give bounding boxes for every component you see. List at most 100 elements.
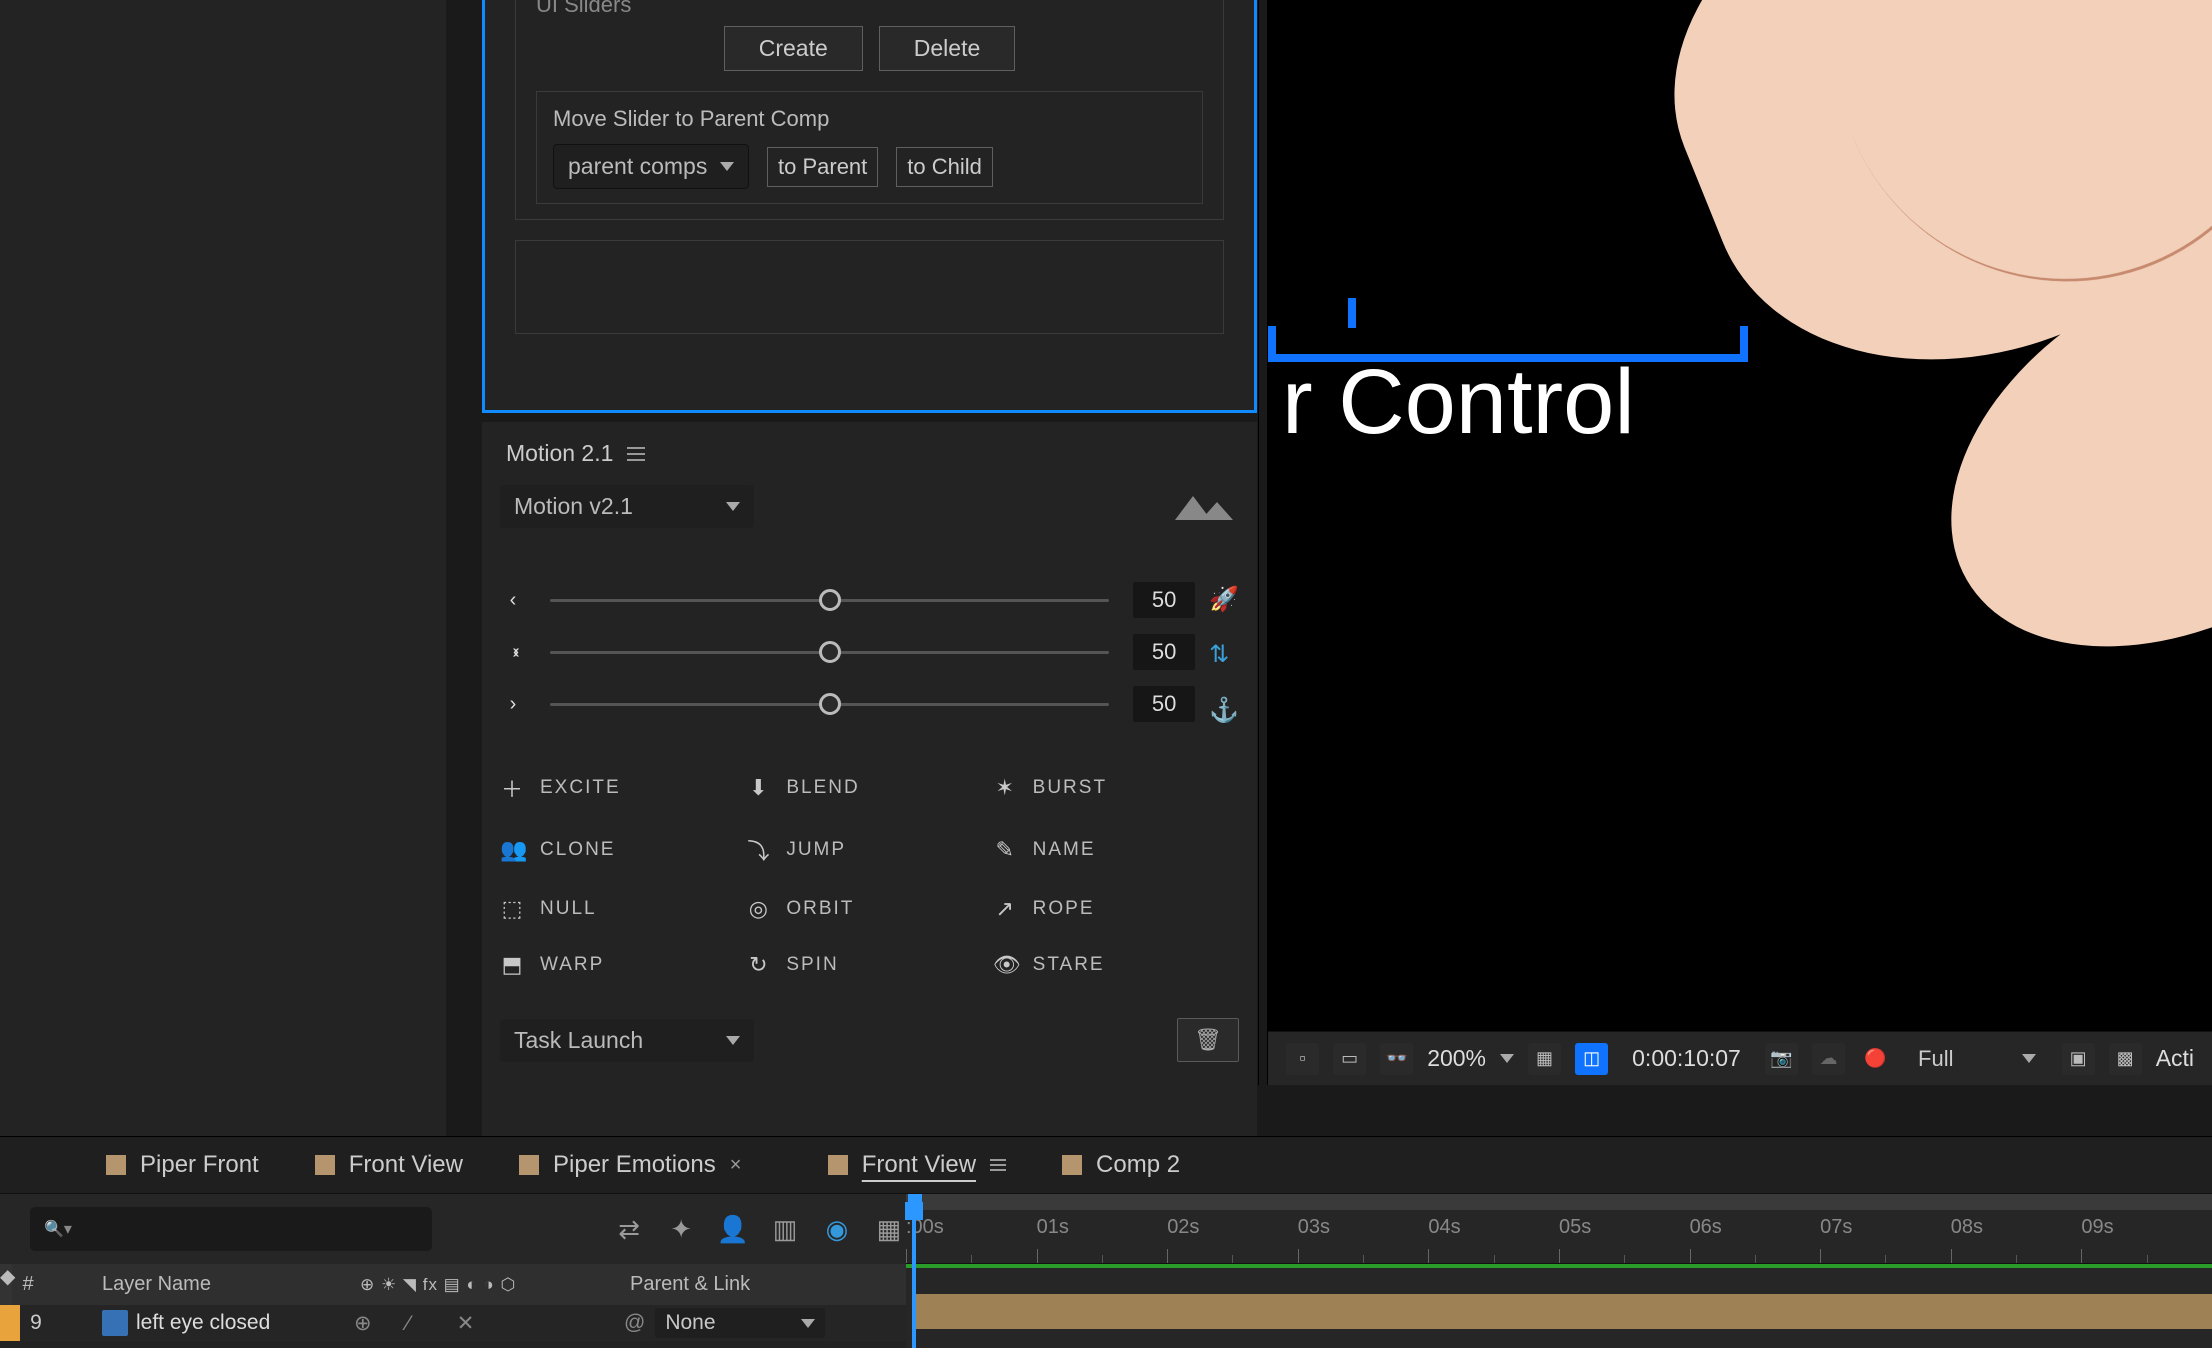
move-slider-label: Move Slider to Parent Comp [553, 106, 1186, 132]
tick-label: 09s [2081, 1216, 2113, 1239]
tick-label: 08s [1951, 1216, 1983, 1239]
layer-search[interactable]: 🔍▾ [30, 1207, 432, 1251]
work-area-bar[interactable] [906, 1194, 2212, 1210]
pickwhip-icon[interactable]: @ [624, 1311, 645, 1335]
create-button[interactable]: Create [724, 26, 863, 71]
motion-blur-icon[interactable]: ◉ [820, 1214, 854, 1245]
zoom-value[interactable]: 200% [1427, 1045, 1486, 1072]
shy-icon[interactable]: 👤 [716, 1214, 750, 1245]
slider-row-3: › 50 [500, 678, 1195, 730]
slider-thumb[interactable] [819, 589, 841, 611]
comp-swatch [519, 1155, 539, 1175]
motion-version-dropdown[interactable]: Motion v2.1 [500, 485, 754, 528]
eye-icon: 👁 [993, 952, 1019, 978]
layer-color-swatch[interactable] [0, 1305, 20, 1341]
task-launch-dropdown[interactable]: Task Launch [500, 1019, 754, 1062]
parent-dropdown[interactable]: None [655, 1308, 825, 1338]
resolution-dropdown[interactable]: Full [1906, 1042, 2048, 1076]
spin-tool[interactable]: ↻SPIN [746, 952, 992, 978]
draft-3d-icon[interactable]: ✦ [664, 1214, 698, 1245]
rope-tool[interactable]: ↗ROPE [993, 896, 1239, 922]
layer-header-row: ◆ # Layer Name ⊕ ☀ ◥ fx ▤ ◐ ◑ ⬡ Parent &… [0, 1264, 906, 1305]
active-camera-label[interactable]: Acti [2156, 1045, 2194, 1072]
swap-icon[interactable]: ⇅ [1209, 640, 1239, 669]
rocket-icon[interactable]: 🚀 [1209, 585, 1239, 614]
delete-button[interactable]: Delete [879, 26, 1015, 71]
to-child-button[interactable]: to Child [896, 147, 993, 187]
layer-switches[interactable]: ⊕ ∕ ✕ [354, 1311, 624, 1336]
null-tool[interactable]: ⬚NULL [500, 896, 746, 922]
switches-header: ⊕ ☀ ◥ fx ▤ ◐ ◑ ⬡ [352, 1275, 622, 1295]
slider-1-value[interactable]: 50 [1133, 582, 1195, 618]
safe-zones-icon[interactable]: ▦ [1528, 1043, 1561, 1075]
mask-icon[interactable]: 👓 [1380, 1043, 1413, 1075]
slider-thumb[interactable] [819, 641, 841, 663]
show-snapshot-icon[interactable]: ☁ [1812, 1043, 1845, 1075]
mask-visibility-icon[interactable]: ◫ [1575, 1043, 1608, 1075]
ease-out-icon: › [500, 693, 526, 716]
trash-button[interactable]: 🗑 [1177, 1018, 1239, 1062]
layer-duration-bar[interactable] [912, 1294, 2212, 1329]
composition-viewport[interactable]: r Control ▫ ▭ 👓 200% ▦ ◫ 0:00:10:07 📷 ☁ … [1268, 0, 2212, 1085]
mountains-icon[interactable] [1167, 492, 1239, 522]
tab-piper-front[interactable]: Piper Front [106, 1151, 259, 1179]
burst-tool[interactable]: ✶BURST [993, 772, 1239, 804]
tab-comp-2[interactable]: Comp 2 [1062, 1151, 1180, 1179]
viewport-text: r Control [1282, 350, 1635, 455]
layer-number: 9 [20, 1311, 52, 1335]
slider-2-value[interactable]: 50 [1133, 634, 1195, 670]
slider-2[interactable] [550, 651, 1109, 654]
parent-comps-value: parent comps [568, 153, 707, 180]
jump-tool[interactable]: ⤵JUMP [746, 834, 992, 866]
timecode[interactable]: 0:00:10:07 [1632, 1045, 1741, 1072]
tab-menu-icon[interactable] [990, 1159, 1006, 1171]
timeline-area[interactable]: :00s 01s 02s 03s 04s 05s 06s 07s 08s 09s [906, 1194, 2212, 1348]
snapshot-icon[interactable]: 📷 [1765, 1043, 1798, 1075]
graph-editor-icon[interactable]: ▦ [872, 1214, 906, 1245]
orbit-tool[interactable]: ◎ORBIT [746, 896, 992, 922]
parent-comps-dropdown[interactable]: parent comps [553, 144, 749, 189]
comp-swatch [1062, 1155, 1082, 1175]
excite-tool[interactable]: ＋EXCITE [500, 772, 746, 804]
parent-header: Parent & Link [622, 1273, 758, 1296]
slider-thumb[interactable] [819, 693, 841, 715]
slider-3[interactable] [550, 703, 1109, 706]
tool-grid: ＋EXCITE ⬇BLEND ✶BURST 👥CLONE ⤵JUMP ✎NAME… [500, 772, 1239, 978]
tab-front-view[interactable]: Front View [315, 1151, 463, 1179]
roi-icon[interactable]: ▣ [2062, 1043, 2095, 1075]
panel-divider[interactable] [1258, 0, 1268, 1085]
layer-row-9[interactable]: 9 left eye closed ⊕ ∕ ✕ @ None [0, 1305, 906, 1341]
magnify-icon[interactable]: ▫ [1286, 1043, 1319, 1075]
channel-icon[interactable]: 🔴 [1859, 1043, 1892, 1075]
comp-mini-flowchart-icon[interactable]: ⇄ [612, 1214, 646, 1245]
stare-tool[interactable]: 👁STARE [993, 952, 1239, 978]
screen-icon[interactable]: ▭ [1333, 1043, 1366, 1075]
playhead[interactable] [912, 1202, 916, 1348]
layer-name[interactable]: left eye closed [136, 1311, 354, 1335]
hash-header: # [12, 1273, 44, 1296]
to-parent-button[interactable]: to Parent [767, 147, 878, 187]
blend-tool[interactable]: ⬇BLEND [746, 772, 992, 804]
warp-tool[interactable]: ⬒WARP [500, 952, 746, 978]
chevron-down-icon [726, 1036, 740, 1045]
transparency-grid-icon[interactable]: ▩ [2109, 1043, 2142, 1075]
burst-icon: ✶ [993, 775, 1019, 801]
clone-tool[interactable]: 👥CLONE [500, 834, 746, 866]
viewport-toolbar: ▫ ▭ 👓 200% ▦ ◫ 0:00:10:07 📷 ☁ 🔴 Full ▣ ▩… [1268, 1031, 2212, 1085]
time-ruler[interactable]: :00s 01s 02s 03s 04s 05s 06s 07s 08s 09s [906, 1210, 2212, 1264]
tag-icon[interactable]: ◆ [0, 1264, 12, 1305]
panel-menu-icon[interactable] [627, 447, 645, 461]
slider-1[interactable] [550, 599, 1109, 602]
timeline-controls: 🔍▾ ⇄ ✦ 👤 ▥ ◉ ▦ [0, 1194, 906, 1264]
frame-blend-icon[interactable]: ▥ [768, 1214, 802, 1245]
warp-icon: ⬒ [500, 952, 526, 978]
close-tab-icon[interactable]: × [730, 1154, 742, 1177]
tab-front-view-active[interactable]: Front View [828, 1151, 1006, 1179]
name-tool[interactable]: ✎NAME [993, 834, 1239, 866]
comp-swatch [315, 1155, 335, 1175]
ui-sliders-label: UI Sliders [536, 0, 1203, 18]
tab-piper-emotions[interactable]: Piper Emotions [519, 1151, 716, 1179]
anchor-icon[interactable]: ⚓ [1209, 696, 1239, 725]
slider-3-value[interactable]: 50 [1133, 686, 1195, 722]
chevron-down-icon[interactable] [1500, 1054, 1514, 1063]
